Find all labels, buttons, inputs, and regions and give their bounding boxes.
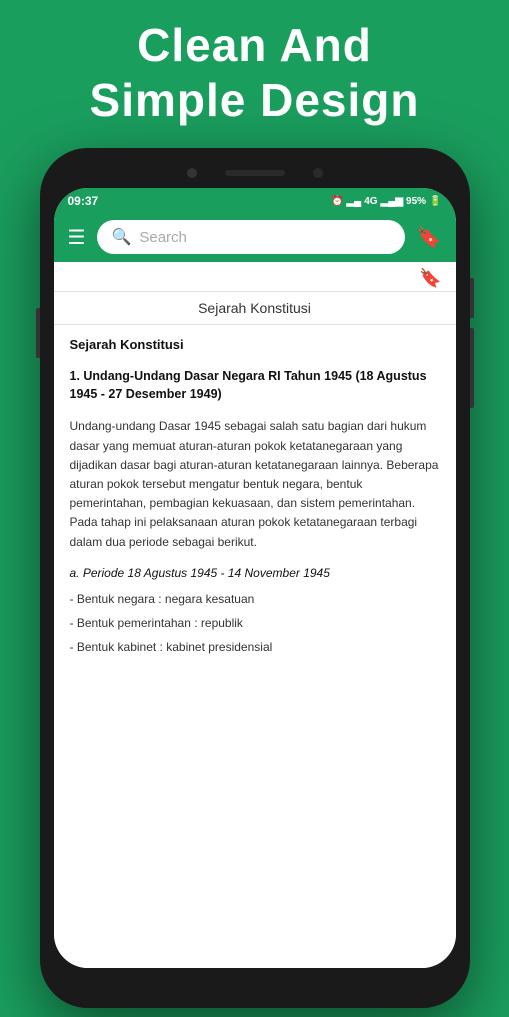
alarm-icon: ⏰ xyxy=(331,196,343,207)
article-content: Sejarah Konstitusi 1. Undang-Undang Dasa… xyxy=(54,325,456,968)
phone-screen: 09:37 ⏰ ▂▄ 4G ▂▄▆ 95% 🔋 ☰ 🔍 Search 🔖 � xyxy=(54,188,456,968)
front-camera xyxy=(187,168,197,178)
header-section: Clean And Simple Design xyxy=(60,0,450,138)
volume-up-button xyxy=(470,278,474,318)
signal-bars: ▂▄▆ xyxy=(381,196,403,207)
bookmark-icon[interactable]: 🔖 xyxy=(413,221,446,254)
status-bar: 09:37 ⏰ ▂▄ 4G ▂▄▆ 95% 🔋 xyxy=(54,188,456,212)
article-period: a. Periode 18 Agustus 1945 - 14 November… xyxy=(70,566,440,580)
article-body: Undang-undang Dasar 1945 sebagai salah s… xyxy=(70,417,440,551)
battery-icon: 🔋 xyxy=(429,196,441,207)
battery-level: 95% xyxy=(406,196,426,207)
app-bar: ☰ 🔍 Search 🔖 xyxy=(54,212,456,262)
status-icons: ⏰ ▂▄ 4G ▂▄▆ 95% 🔋 xyxy=(331,196,442,207)
content-area: 🔖 Sejarah Konstitusi Sejarah Konstitusi … xyxy=(54,262,456,968)
speaker xyxy=(225,170,285,176)
article-section-title: 1. Undang-Undang Dasar Negara RI Tahun 1… xyxy=(70,368,440,403)
content-bookmark-icon[interactable]: 🔖 xyxy=(419,268,441,289)
search-placeholder: Search xyxy=(139,229,187,246)
bullet-1: - Bentuk negara : negara kesatuan xyxy=(70,590,440,608)
top-bookmark-bar: 🔖 xyxy=(54,262,456,292)
power-button xyxy=(470,348,474,408)
sensor xyxy=(313,168,323,178)
menu-icon[interactable]: ☰ xyxy=(64,221,90,254)
phone-notch xyxy=(175,166,335,180)
article-main-title: Sejarah Konstitusi xyxy=(70,337,440,352)
phone-mockup: 09:37 ⏰ ▂▄ 4G ▂▄▆ 95% 🔋 ☰ 🔍 Search 🔖 � xyxy=(40,148,470,1008)
page-title: Sejarah Konstitusi xyxy=(54,292,456,325)
wifi-icon: 4G xyxy=(364,196,377,207)
status-time: 09:37 xyxy=(68,194,99,208)
search-icon: 🔍 xyxy=(111,227,131,247)
header-line1: Clean And xyxy=(137,19,372,71)
bullet-2: - Bentuk pemerintahan : republik xyxy=(70,614,440,632)
signal-icon: ▂▄ xyxy=(346,196,361,207)
bullet-3: - Bentuk kabinet : kabinet presidensial xyxy=(70,638,440,656)
left-side-button xyxy=(36,308,40,358)
search-box[interactable]: 🔍 Search xyxy=(97,220,404,254)
header-line2: Simple Design xyxy=(90,74,420,126)
